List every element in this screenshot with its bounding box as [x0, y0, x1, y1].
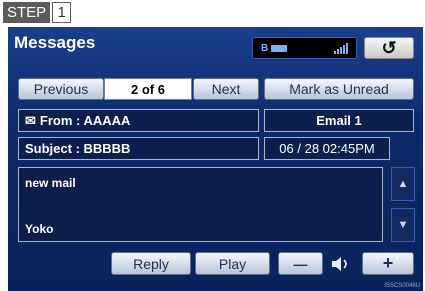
reply-button[interactable]: Reply	[111, 252, 191, 275]
page-indicator: 2 of 6	[104, 78, 192, 100]
mark-as-unread-button[interactable]: Mark as Unread	[264, 78, 414, 100]
message-body: new mail Yoko	[18, 167, 383, 242]
from-label: From : AAAAA	[39, 113, 131, 128]
subject-field: Subject : BBBBB	[18, 137, 259, 160]
envelope-icon: ✉	[25, 112, 36, 128]
status-indicator: B	[252, 37, 357, 59]
next-button[interactable]: Next	[193, 78, 259, 100]
image-code: ISSCS0046U	[384, 283, 420, 289]
volume-up-button[interactable]: +	[362, 252, 414, 275]
message-body-line: Yoko	[25, 222, 54, 236]
bluetooth-icon: B	[261, 42, 269, 54]
scrollbar[interactable]: ▲ ▼	[391, 167, 415, 242]
email-account: Email 1	[264, 109, 414, 132]
signal-icon	[334, 42, 348, 54]
scroll-up-icon: ▲	[397, 178, 409, 190]
back-button[interactable]: ↺	[364, 37, 414, 59]
scroll-up-button[interactable]: ▲	[391, 167, 415, 201]
message-date: 06 / 28 02:45PM	[264, 137, 390, 160]
scroll-down-button[interactable]: ▼	[391, 208, 415, 242]
speaker-icon	[327, 254, 355, 274]
nav-screen: Messages B ↺ Previous 2 of 6 Next Mark a…	[8, 27, 423, 291]
step-label: STEP 1	[3, 2, 72, 23]
volume-down-button[interactable]: —	[278, 252, 323, 275]
from-field[interactable]: ✉ From : AAAAA	[18, 109, 259, 132]
step-number: 1	[52, 2, 72, 23]
scroll-down-icon: ▼	[397, 219, 409, 231]
battery-icon	[271, 44, 288, 52]
play-button[interactable]: Play	[195, 252, 270, 275]
bluetooth-battery: B	[261, 42, 288, 54]
message-body-line: new mail	[25, 176, 76, 190]
back-arrow-icon: ↺	[381, 37, 397, 58]
step-word: STEP	[3, 2, 51, 23]
previous-button[interactable]: Previous	[18, 78, 104, 100]
page-title: Messages	[14, 33, 96, 52]
